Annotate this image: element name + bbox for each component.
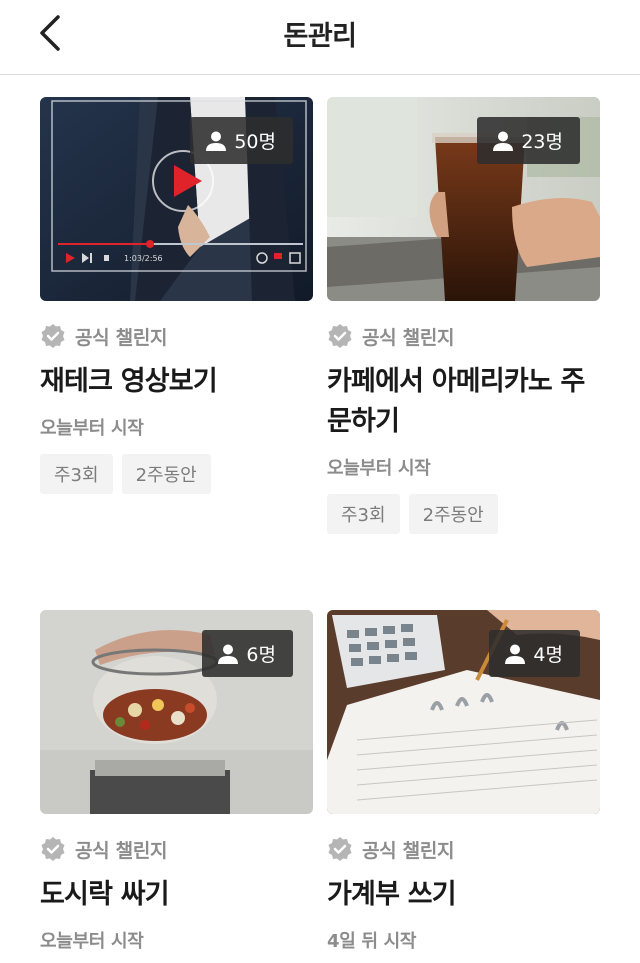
- participants-badge: 4명: [489, 630, 580, 677]
- duration-tag: 2주동안: [121, 454, 211, 494]
- official-label-text: 공식 챌린지: [75, 326, 168, 349]
- verified-check-icon: [328, 837, 352, 861]
- challenge-title: 도시락 싸기: [40, 879, 170, 910]
- official-label-text: 공식 챌린지: [362, 326, 455, 349]
- tag-list: 주3회 2주동안: [327, 494, 600, 534]
- challenge-title: 가계부 쓰기: [327, 879, 457, 910]
- challenge-card[interactable]: 6명 공식 챌린지 도시락 싸기 오늘부터 시작: [40, 610, 313, 953]
- participants-badge: 50명: [190, 117, 293, 164]
- participants-count: 50명: [234, 131, 276, 153]
- start-date: 오늘부터 시작: [40, 418, 144, 439]
- start-date: 오늘부터 시작: [40, 931, 144, 952]
- person-icon: [493, 131, 514, 151]
- duration-tag: 2주동안: [408, 494, 498, 534]
- lunchbox-image: 6명: [40, 610, 313, 814]
- verified-check-icon: [41, 324, 65, 348]
- official-label-text: 공식 챌린지: [75, 839, 168, 862]
- challenge-card[interactable]: 4명 공식 챌린지 가계부 쓰기 4일 뒤 시작: [327, 610, 600, 953]
- challenge-title: 카페에서 아메리카노 주문하기: [327, 366, 585, 437]
- challenge-card[interactable]: 23명 공식 챌린지 카페에서 아메리카노 주문하기 오늘부터 시작 주3회 2…: [327, 97, 600, 534]
- official-challenge-label: 공식 챌린지: [40, 323, 313, 349]
- official-label-text: 공식 챌린지: [362, 839, 455, 862]
- start-date: 오늘부터 시작: [327, 458, 431, 479]
- frequency-tag: 주3회: [40, 454, 113, 494]
- frequency-tag: 주3회: [327, 494, 400, 534]
- official-challenge-label: 공식 챌린지: [327, 323, 600, 349]
- challenge-card[interactable]: 1:03/2:56 50명 공식 챌린지 재테크 영상보기 오늘부터 시작 주3…: [40, 97, 313, 494]
- participants-badge: 6명: [202, 630, 293, 677]
- participants-badge: 23명: [477, 117, 580, 164]
- verified-check-icon: [328, 324, 352, 348]
- person-icon: [206, 131, 227, 151]
- app-header: 돈관리: [0, 0, 640, 75]
- challenge-title: 재테크 영상보기: [40, 366, 218, 397]
- participants-count: 4명: [533, 644, 563, 666]
- verified-check-icon: [41, 837, 65, 861]
- page-title: 돈관리: [283, 21, 357, 52]
- person-icon: [218, 644, 239, 664]
- iced-americano-image: 23명: [327, 97, 600, 301]
- account-book-image: 4명: [327, 610, 600, 814]
- video-player-image: 1:03/2:56 50명: [40, 97, 313, 301]
- participants-count: 6명: [246, 644, 276, 666]
- person-icon: [505, 644, 526, 664]
- video-time-text: 1:03/2:56: [124, 254, 163, 263]
- participants-count: 23명: [521, 131, 563, 153]
- tag-list: 주3회 2주동안: [40, 454, 313, 494]
- official-challenge-label: 공식 챌린지: [40, 836, 313, 862]
- start-date: 4일 뒤 시작: [327, 931, 417, 952]
- official-challenge-label: 공식 챌린지: [327, 836, 600, 862]
